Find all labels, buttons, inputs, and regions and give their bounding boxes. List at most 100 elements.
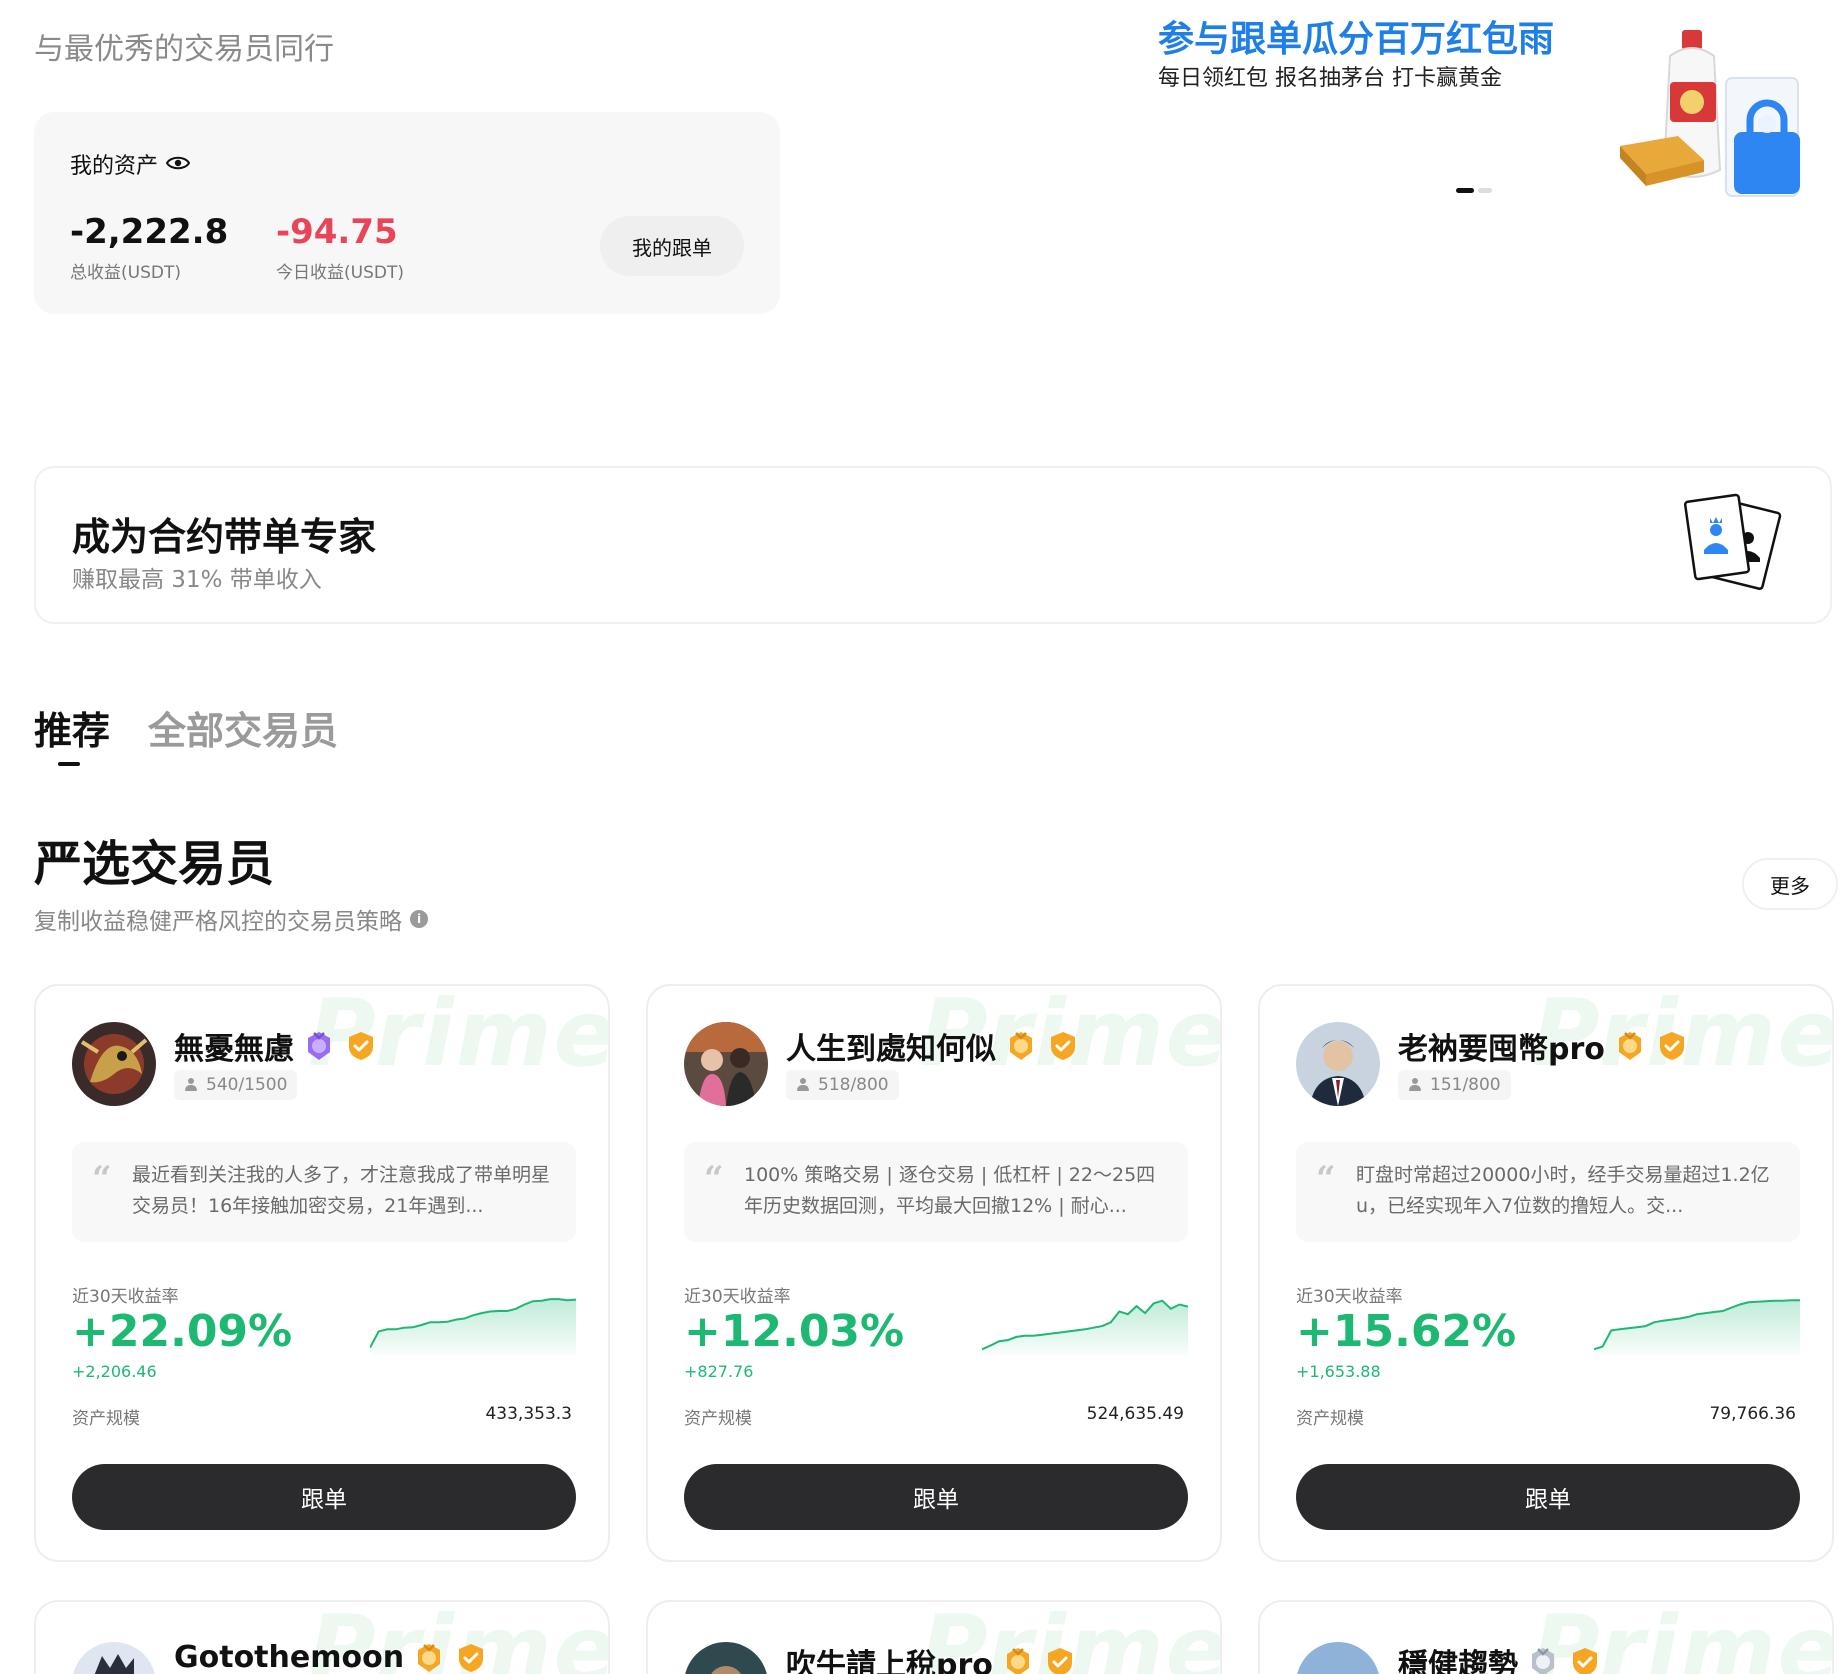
trader-tabs: 推荐 全部交易员	[34, 700, 338, 766]
become-lead-trader-title: 成为合约带单专家	[72, 515, 377, 559]
become-lead-trader-card[interactable]: 成为合约带单专家 赚取最高 31% 带单收入	[34, 466, 1832, 624]
roi-sparkline	[370, 1298, 576, 1356]
trader-card[interactable]: Prime 無憂無慮 540/1500 “ 最近看到关注我的人多了，才注意我成了…	[34, 984, 610, 1562]
today-pnl-value: -94.75	[276, 212, 398, 252]
verified-icon	[1047, 1648, 1072, 1674]
verified-icon	[1051, 1032, 1075, 1060]
trader-bio-text: 盯盘时常超过20000小时，经手交易量超过1.2亿u，已经实现年入7位数的撸短人…	[1356, 1164, 1770, 1217]
quote-icon: “	[704, 1159, 724, 1199]
roi-value: +15.62%	[1296, 1306, 1517, 1357]
trader-bio-text: 100% 策略交易 | 逐仓交易 | 低杠杆 | 22～25四年历史数据回测，平…	[744, 1164, 1156, 1217]
today-pnl-label: 今日收益(USDT)	[276, 263, 404, 283]
banner-dot[interactable]	[1478, 188, 1492, 193]
avatar[interactable]	[684, 1022, 768, 1106]
section-subtitle: 复制收益稳健严格风控的交易员策略 i	[34, 902, 428, 936]
verified-icon	[1573, 1648, 1597, 1674]
verified-icon	[349, 1032, 373, 1060]
trader-name[interactable]: 無憂無慮	[174, 1024, 294, 1068]
roi-label: 近30天收益率	[684, 1287, 791, 1307]
total-pnl-label: 总收益(USDT)	[70, 263, 181, 283]
roi-label: 近30天收益率	[72, 1287, 179, 1307]
avatar[interactable]	[72, 1642, 156, 1674]
trader-name[interactable]: 老衲要囤幣pro	[1398, 1024, 1605, 1068]
user-icon	[1408, 1078, 1422, 1092]
gold-medal-icon	[418, 1643, 441, 1672]
section-subtitle-text: 复制收益稳健严格风控的交易员策略	[34, 909, 402, 935]
followers-count: 518/800	[786, 1070, 899, 1100]
trader-name[interactable]: Gotothemoon	[174, 1640, 404, 1674]
aum-label: 资产规模	[1296, 1409, 1364, 1429]
verified-icon	[459, 1643, 484, 1672]
trader-card[interactable]: Prime 人生到處知何似 518/800 “ 100% 策略交易 | 逐仓交易…	[646, 984, 1222, 1562]
purple-medal-icon	[308, 1032, 330, 1060]
roi-value: +22.09%	[72, 1306, 293, 1357]
avatar[interactable]	[1296, 1642, 1380, 1674]
copy-trade-button[interactable]: 跟单	[72, 1464, 576, 1530]
tab-all-traders[interactable]: 全部交易员	[148, 700, 338, 755]
verified-icon	[1659, 1032, 1684, 1060]
copy-trade-button[interactable]: 跟单	[1296, 1464, 1800, 1530]
quote-icon: “	[1316, 1159, 1336, 1199]
silver-medal-icon	[1532, 1648, 1554, 1674]
my-assets-title[interactable]: 我的资产	[70, 148, 191, 180]
trader-name[interactable]: 穩健趨勢	[1398, 1640, 1518, 1674]
promo-banner-title[interactable]: 参与跟单瓜分百万红包雨	[1158, 10, 1554, 62]
roi-value: +12.03%	[684, 1306, 905, 1357]
copy-trade-button[interactable]: 跟单	[684, 1464, 1188, 1530]
avatar[interactable]	[1296, 1022, 1380, 1106]
my-copy-trades-button[interactable]: 我的跟单	[600, 216, 744, 276]
more-button[interactable]: 更多	[1742, 858, 1838, 910]
eye-icon[interactable]	[165, 152, 191, 177]
promo-bottle-gold-icon	[1620, 30, 1800, 197]
pnl-value: +1,653.88	[1296, 1362, 1381, 1381]
info-icon[interactable]: i	[410, 910, 428, 928]
trader-card[interactable]: Prime 老衲要囤幣pro 151/800 “ 盯盘时常超过20000小时，经…	[1258, 984, 1834, 1562]
my-assets-label: 我的资产	[70, 154, 159, 179]
pnl-value: +827.76	[684, 1362, 754, 1381]
banner-pagination[interactable]	[1456, 188, 1492, 193]
my-assets-card: 我的资产 -2,222.8 总收益(USDT) -94.75 今日收益(USDT…	[34, 112, 780, 314]
followers-count: 151/800	[1398, 1070, 1511, 1100]
followers-value: 540/1500	[206, 1075, 288, 1095]
total-pnl-value: -2,222.8	[70, 212, 229, 252]
aum-label: 资产规模	[72, 1409, 140, 1429]
avatar[interactable]	[684, 1642, 768, 1674]
pnl-value: +2,206.46	[72, 1362, 157, 1381]
page-tagline: 与最优秀的交易员同行	[34, 32, 334, 67]
followers-value: 518/800	[818, 1075, 889, 1095]
gold-medal-icon	[1618, 1032, 1641, 1060]
aum-label: 资产规模	[684, 1409, 752, 1429]
trader-card[interactable]: Prime Gotothemoon	[34, 1600, 610, 1674]
banner-dot-active[interactable]	[1456, 188, 1474, 193]
trader-name-row: 穩健趨勢	[1398, 1640, 1602, 1674]
promo-banner-subtitle: 每日领红包 报名抽茅台 打卡赢黄金	[1158, 66, 1502, 91]
gold-medal-icon	[1006, 1648, 1029, 1674]
quote-icon: “	[92, 1159, 112, 1199]
active-tab-indicator	[58, 762, 80, 766]
trader-name-row: Gotothemoon	[174, 1640, 488, 1674]
trader-bio: “ 100% 策略交易 | 逐仓交易 | 低杠杆 | 22～25四年历史数据回测…	[684, 1142, 1188, 1242]
trader-name[interactable]: 人生到處知何似	[786, 1024, 996, 1068]
trader-card[interactable]: Prime 穩健趨勢	[1258, 1600, 1834, 1674]
trader-bio: “ 最近看到关注我的人多了，才注意我成了带单明星交易员！16年接触加密交易，21…	[72, 1142, 576, 1242]
trader-name-row: 無憂無慮	[174, 1024, 378, 1068]
trader-name-row: 吹牛請上稅pro	[786, 1640, 1077, 1674]
tab-recommended[interactable]: 推荐	[34, 700, 110, 755]
gold-medal-icon	[1010, 1032, 1032, 1060]
trader-cards-icon	[1683, 493, 1782, 590]
roi-sparkline	[1594, 1299, 1800, 1356]
followers-count: 540/1500	[174, 1070, 298, 1100]
trader-name-row: 老衲要囤幣pro	[1398, 1024, 1689, 1068]
aum-value: 79,766.36	[1709, 1404, 1796, 1424]
trader-bio-text: 最近看到关注我的人多了，才注意我成了带单明星交易员！16年接触加密交易，21年遇…	[132, 1164, 551, 1217]
avatar[interactable]	[72, 1022, 156, 1106]
become-lead-trader-subtitle: 赚取最高 31% 带单收入	[72, 567, 322, 593]
followers-value: 151/800	[1430, 1075, 1501, 1095]
aum-value: 433,353.3	[485, 1404, 572, 1424]
trader-bio: “ 盯盘时常超过20000小时，经手交易量超过1.2亿u，已经实现年入7位数的撸…	[1296, 1142, 1800, 1242]
trader-name[interactable]: 吹牛請上稅pro	[786, 1640, 993, 1674]
user-icon	[184, 1078, 198, 1092]
trader-card[interactable]: Prime 吹牛請上稅pro	[646, 1600, 1222, 1674]
trader-name-row: 人生到處知何似	[786, 1024, 1080, 1068]
roi-sparkline	[982, 1299, 1188, 1356]
